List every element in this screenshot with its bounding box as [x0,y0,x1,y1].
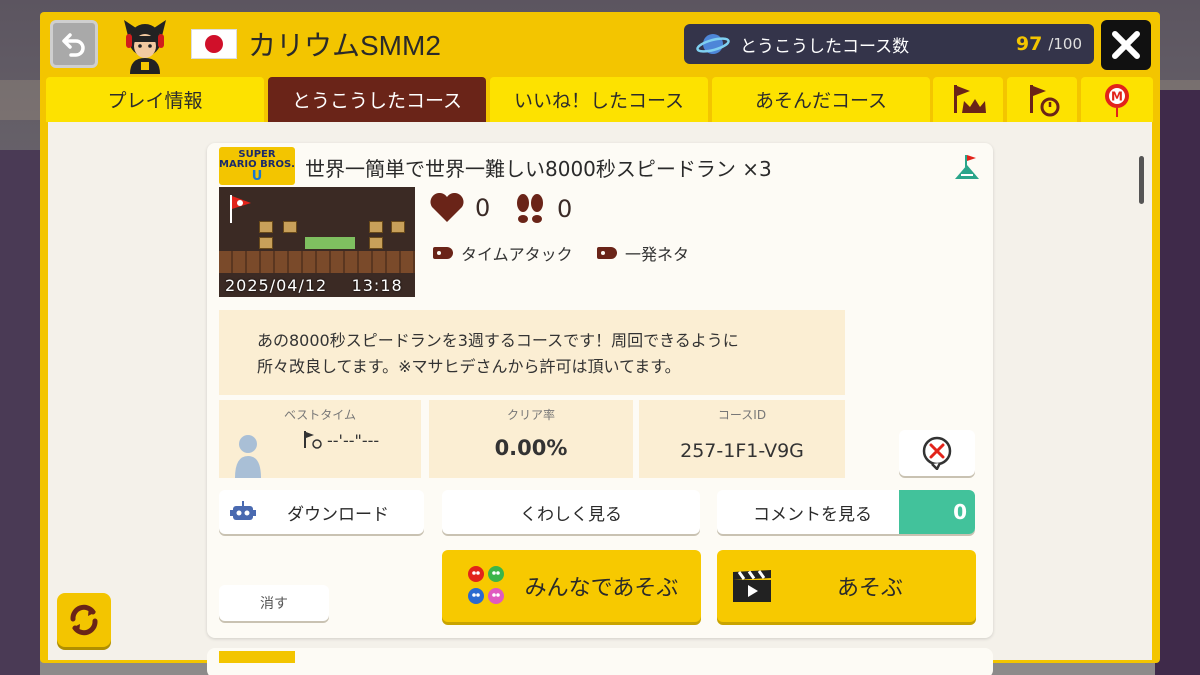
logo-text-u: U [251,168,263,184]
course-thumbnail[interactable]: 2025/04/12 13:18 [219,187,415,297]
course-card: SUPER MARIO BROS. U 世界一簡単で世界一難しい8000秒スピー… [207,143,993,638]
tab-uploaded-courses[interactable]: とうこうしたコース [268,77,486,122]
upload-date: 2025/04/12 [225,276,328,295]
tag-label: タイムアタック [461,245,573,264]
close-button[interactable] [1101,20,1151,70]
back-button[interactable] [50,20,98,68]
logo-text-mid: MARIO BROS. [219,158,295,170]
likes-stat: 0 [429,193,490,223]
course-description: あの8000秒スピードランを3週するコースです！周回できるように 所々改良してま… [219,310,845,395]
course-title: 世界一簡単で世界一難しい8000秒スピードラン ×3 [305,157,772,181]
japan-flag-icon [191,29,237,59]
report-x-icon [922,436,952,470]
play-label: あそぶ [837,576,904,601]
report-button[interactable] [899,430,975,476]
download-label: ダウンロード [287,504,389,525]
flag-timer-icon [1030,84,1060,116]
best-time-box: ベストタイム --'--"--- [219,400,421,478]
username: カリウムSMM2 [248,30,441,61]
mii-avatar [124,20,166,74]
tab-liked-courses[interactable]: いいね！したコース [490,77,708,122]
course-id-value: 257-1F1-V9G [680,440,804,462]
tab-world-records[interactable] [1007,77,1077,122]
clear-rate-label: クリア率 [506,408,555,422]
comments-label: コメントを見る [753,504,872,525]
comment-count-badge: 0 [899,490,975,534]
back-arrow-icon [62,33,85,57]
play-button[interactable]: あそぶ [717,550,976,622]
person-silhouette-icon [235,435,261,478]
scrollbar[interactable] [1139,156,1144,204]
clear-rate-box: クリア率 0.00% [429,400,633,478]
robot-icon [230,501,256,520]
delete-label: 消す [260,596,288,612]
view-comments-button[interactable]: コメントを見る 0 [717,490,975,534]
heart-icon [430,193,464,222]
game-style-logo: SUPER MARIO BROS. U [219,147,295,185]
course-id-label: コースID [717,408,767,422]
multiplayer-label: みんなであそぶ [524,576,679,601]
planet-icon [696,34,730,54]
best-time-value-row: --'--"--- [301,430,379,450]
next-course-card [207,648,993,675]
tag-icon [597,247,617,259]
tab-maker-balloon[interactable]: M [1081,77,1153,122]
refresh-button[interactable] [57,593,111,647]
footprints-icon [517,194,543,223]
logo-text-top: SUPER [238,148,276,160]
flag-timer-small-icon [304,431,322,449]
course-id-box: コースID 257-1F1-V9G [639,400,845,478]
uploaded-count: 97 [1015,33,1043,55]
thumbnail-flag-icon [230,195,251,223]
details-label: くわしく見る [520,504,622,525]
uploaded-max: /100 [1048,35,1082,53]
tab-cleared-courses[interactable] [933,77,1003,122]
description-line: あの8000秒スピードランを3週するコースです！周回できるように [257,331,739,350]
uploaded-count-label: とうこうしたコース数 [740,36,910,57]
background-panel-right [1155,90,1200,675]
svg-text:M: M [1111,89,1123,103]
background-panel-left [0,150,40,675]
best-time-value: --'--"--- [327,430,380,450]
upload-datetime: 2025/04/12 13:18 [225,276,403,295]
course-theme-icon [955,155,979,179]
description-line: 所々改良してます。※マサヒデさんから許可は頂いてます。 [257,357,681,376]
clear-rate-value: 0.00% [494,436,568,460]
details-button[interactable]: くわしく見る [442,490,700,534]
flag-crown-icon [954,84,986,113]
tag-time-attack: タイムアタック [433,241,573,265]
likes-count: 0 [475,194,491,222]
multiplayer-icon [467,566,504,604]
tab-play-info[interactable]: プレイ情報 [46,77,264,122]
delete-button[interactable]: 消す [219,585,329,621]
multiplayer-button[interactable]: みんなであそぶ [442,550,701,622]
close-icon [1112,31,1140,59]
clapperboard-icon [733,570,771,602]
plays-count: 0 [557,195,573,223]
download-button[interactable]: ダウンロード [219,490,424,534]
tag-label: 一発ネタ [625,245,690,264]
mario-balloon-icon: M [1105,83,1129,117]
refresh-icon [70,604,98,636]
uploaded-course-counter: とうこうしたコース数 97 /100 [684,24,1094,64]
tag-one-shot: 一発ネタ [597,241,689,265]
tab-played-courses[interactable]: あそんだコース [712,77,930,122]
upload-time: 13:18 [351,276,403,295]
plays-stat: 0 [513,193,572,225]
best-time-label: ベストタイム [283,408,356,422]
tag-icon [433,247,453,259]
